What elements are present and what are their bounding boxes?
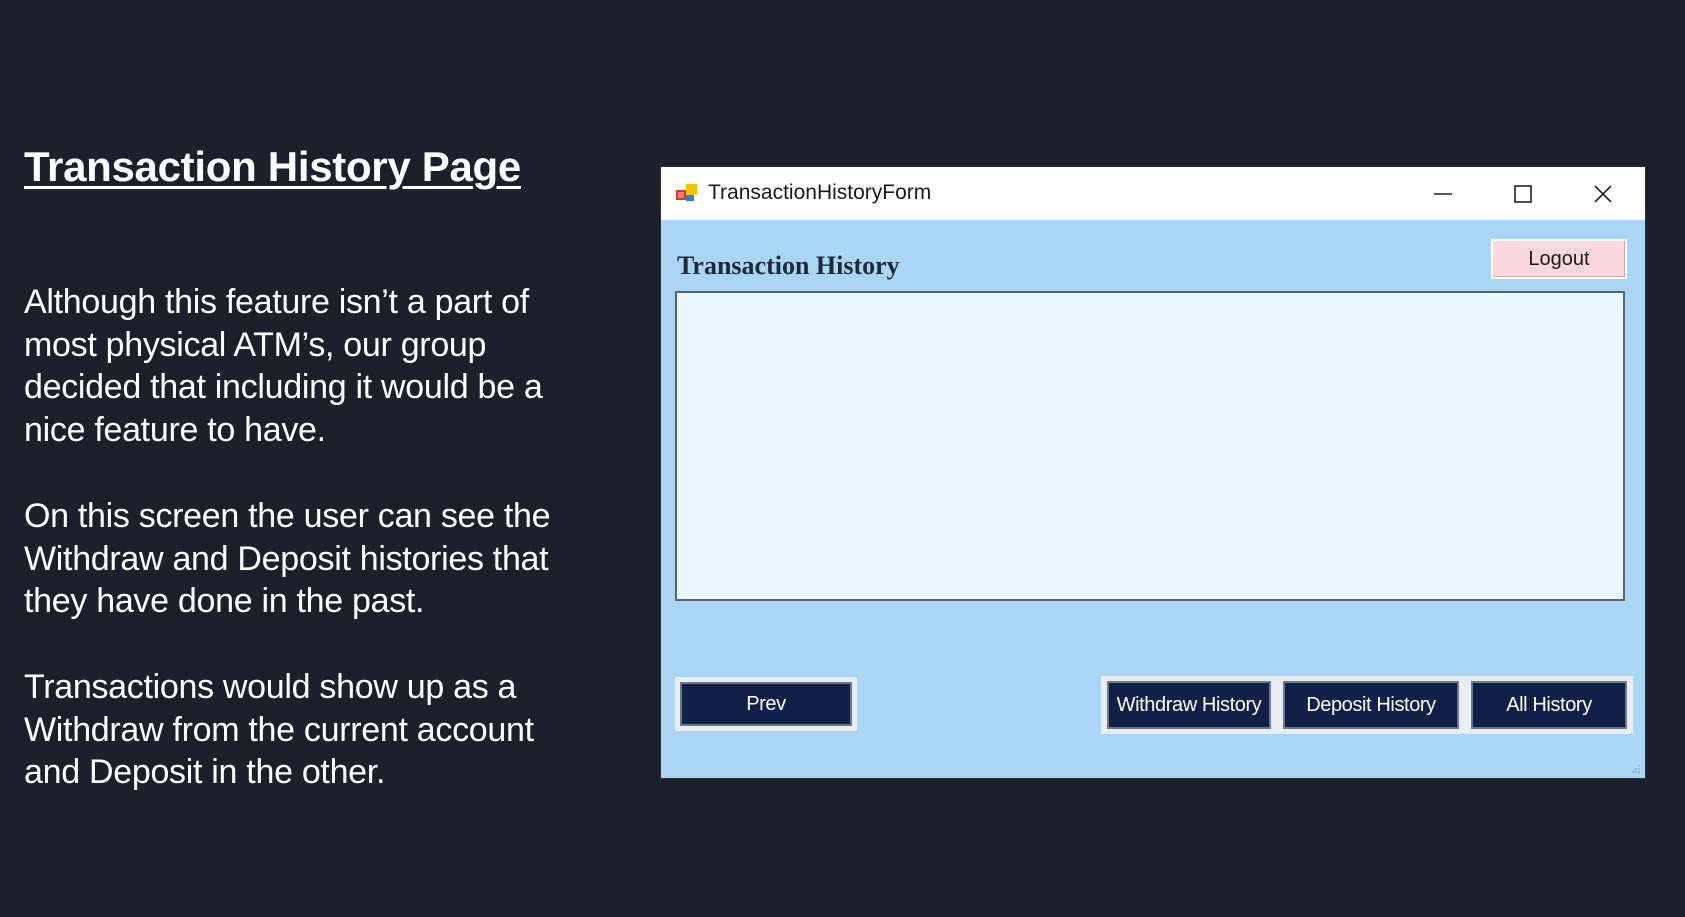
logout-button[interactable]: Logout <box>1491 239 1627 279</box>
close-icon <box>1594 184 1612 203</box>
prev-button[interactable]: Prev <box>680 682 852 726</box>
all-history-button[interactable]: All History <box>1471 681 1627 729</box>
window-titlebar[interactable]: TransactionHistoryForm <box>661 167 1645 220</box>
window-title: TransactionHistoryForm <box>708 181 932 204</box>
maximize-icon <box>1514 184 1532 203</box>
slide-title: Transaction History Page <box>24 143 521 190</box>
deposit-history-button[interactable]: Deposit History <box>1283 681 1459 729</box>
resize-grip-icon[interactable] <box>1631 764 1641 774</box>
minimize-icon <box>1434 192 1452 195</box>
close-button[interactable] <box>1563 167 1643 220</box>
description-paragraph-1: Although this feature isn’t a part of mo… <box>24 283 543 449</box>
description-paragraph-3: Transactions would show up as a Withdraw… <box>24 668 534 791</box>
app-icon <box>676 184 697 201</box>
description-paragraph-2: On this screen the user can see the With… <box>24 497 551 620</box>
history-filter-group: Withdraw History Deposit History All His… <box>1101 676 1633 734</box>
maximize-button[interactable] <box>1483 167 1563 220</box>
minimize-button[interactable] <box>1403 167 1483 220</box>
transaction-history-list[interactable] <box>675 291 1625 601</box>
withdraw-history-button[interactable]: Withdraw History <box>1107 681 1271 729</box>
form-heading: Transaction History <box>677 251 900 280</box>
transaction-history-window: TransactionHistoryForm Transaction Histo… <box>661 167 1645 778</box>
prev-button-frame: Prev <box>675 677 857 731</box>
